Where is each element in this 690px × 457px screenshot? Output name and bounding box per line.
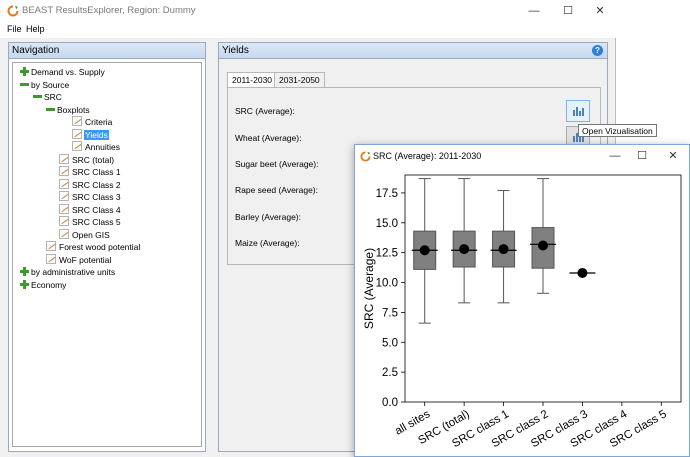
document-icon [59, 178, 69, 189]
y-tick-label: 5.0 [382, 337, 398, 349]
app-logo-icon [360, 151, 371, 162]
y-tick-label: 2.5 [382, 367, 398, 379]
y-tick-label: 17.5 [376, 188, 398, 200]
tab-2031-2050[interactable]: 2031-2050 [274, 72, 325, 87]
document-icon [59, 153, 69, 164]
document-icon [72, 141, 82, 151]
collapse-icon[interactable] [20, 80, 29, 89]
y-tick-label: 12.5 [376, 248, 398, 260]
tree-item-open-gis[interactable]: Open GIS [59, 228, 111, 241]
navigation-tree: Demand vs. Supply by Source SRC Boxplots… [12, 62, 202, 447]
y-tick-label: 15.0 [376, 218, 398, 230]
mean-marker [419, 245, 430, 256]
tree-item-economy[interactable]: Economy [20, 279, 67, 291]
y-tick-label: 7.5 [382, 307, 398, 319]
tree-item-by-source[interactable]: by Source [20, 79, 70, 91]
chart-title-bar: SRC (Average): 2011-2030 — ☐ ✕ [355, 145, 689, 167]
tree-item-src-class-5[interactable]: SRC Class 5 [59, 216, 122, 228]
y-tick-label: 0.0 [382, 397, 398, 409]
document-icon [59, 166, 69, 176]
document-icon [59, 203, 69, 214]
yields-header: Yields ? [219, 43, 607, 59]
document-icon [59, 216, 69, 226]
tab-2011-2030[interactable]: 2011-2030 [227, 72, 278, 88]
y-tick-label: 10.0 [376, 278, 398, 290]
y-axis-label: SRC (Average) [362, 248, 376, 329]
chart-maximize-button[interactable]: ☐ [627, 145, 657, 167]
expand-icon[interactable] [20, 267, 29, 276]
menu-help[interactable]: Help [26, 24, 45, 34]
collapse-icon[interactable] [33, 92, 42, 101]
tree-item-annuities[interactable]: Annuities [72, 141, 121, 153]
tree-item-src-class-2[interactable]: SRC Class 2 [59, 178, 122, 191]
expand-icon[interactable] [20, 279, 29, 289]
document-icon [72, 116, 82, 126]
tree-item-src-class-4[interactable]: SRC Class 4 [59, 203, 122, 216]
mean-marker [577, 267, 588, 278]
yield-label-barley: Barley (Average): [235, 212, 301, 222]
open-visualisation-button[interactable] [566, 100, 590, 122]
collapse-icon[interactable] [46, 105, 55, 114]
mean-marker [459, 244, 470, 255]
mean-marker [538, 240, 548, 251]
tree-item-src-total[interactable]: SRC (total) [59, 153, 115, 166]
tree-item-src[interactable]: SRC [33, 91, 63, 103]
help-icon[interactable]: ? [592, 45, 603, 56]
document-icon [72, 128, 82, 139]
yield-label-sugar-beet: Sugar beet (Average): [235, 159, 319, 169]
document-icon [59, 228, 69, 239]
yield-label-src: SRC (Average): [235, 106, 295, 116]
chart-window: SRC (Average): 2011-2030 — ☐ ✕ 0.0 2.5 5.0… [354, 144, 690, 457]
tree-item-src-class-3[interactable]: SRC Class 3 [59, 191, 122, 203]
document-icon [46, 241, 56, 251]
tree-item-wof-potential[interactable]: WoF potential [46, 253, 112, 266]
mean-marker [498, 244, 509, 255]
minimize-button[interactable]: — [518, 0, 550, 22]
navigation-panel: Navigation Demand vs. Supply by Source S… [8, 42, 206, 452]
yields-title: Yields [222, 45, 249, 56]
tree-item-forest-wood-potential[interactable]: Forest wood potential [46, 241, 141, 253]
tree-item-by-administrative-units[interactable]: by administrative units [20, 266, 116, 278]
tree-item-yields[interactable]: Yields [72, 128, 109, 141]
app-logo-icon [7, 5, 19, 17]
maximize-button[interactable]: ☐ [552, 0, 584, 22]
tree-item-criteria[interactable]: Criteria [72, 116, 113, 128]
document-icon [46, 253, 56, 264]
menu-bar: File Help [0, 22, 616, 38]
title-bar: BEAST ResultsExplorer, Region: Dummy — ☐… [0, 0, 616, 22]
chart-minimize-button[interactable]: — [600, 145, 630, 167]
chart-window-title: SRC (Average): 2011-2030 [373, 151, 482, 161]
document-icon [59, 191, 69, 201]
tree-item-src-class-1[interactable]: SRC Class 1 [59, 166, 122, 178]
boxplot-chart: 0.0 2.5 5.0 7.5 10.0 12.5 15.0 17.5 SRC (Average… [362, 174, 682, 450]
navigation-header: Navigation [9, 43, 205, 59]
yield-label-wheat: Wheat (Average): [235, 133, 302, 143]
chart-close-button[interactable]: ✕ [658, 145, 688, 167]
tree-item-boxplots[interactable]: Boxplots [46, 104, 91, 116]
yield-label-maize: Maize (Average): [235, 238, 300, 248]
menu-file[interactable]: File [7, 24, 22, 34]
tooltip: Open Vizualisation [578, 124, 657, 137]
expand-icon[interactable] [20, 67, 29, 76]
tree-item-demand-vs-supply[interactable]: Demand vs. Supply [20, 66, 106, 78]
window-title: BEAST ResultsExplorer, Region: Dummy [22, 5, 196, 16]
bar-chart-icon [573, 106, 585, 116]
yield-label-rape-seed: Rape seed (Average): [235, 185, 319, 195]
close-button[interactable]: ✕ [584, 0, 616, 22]
